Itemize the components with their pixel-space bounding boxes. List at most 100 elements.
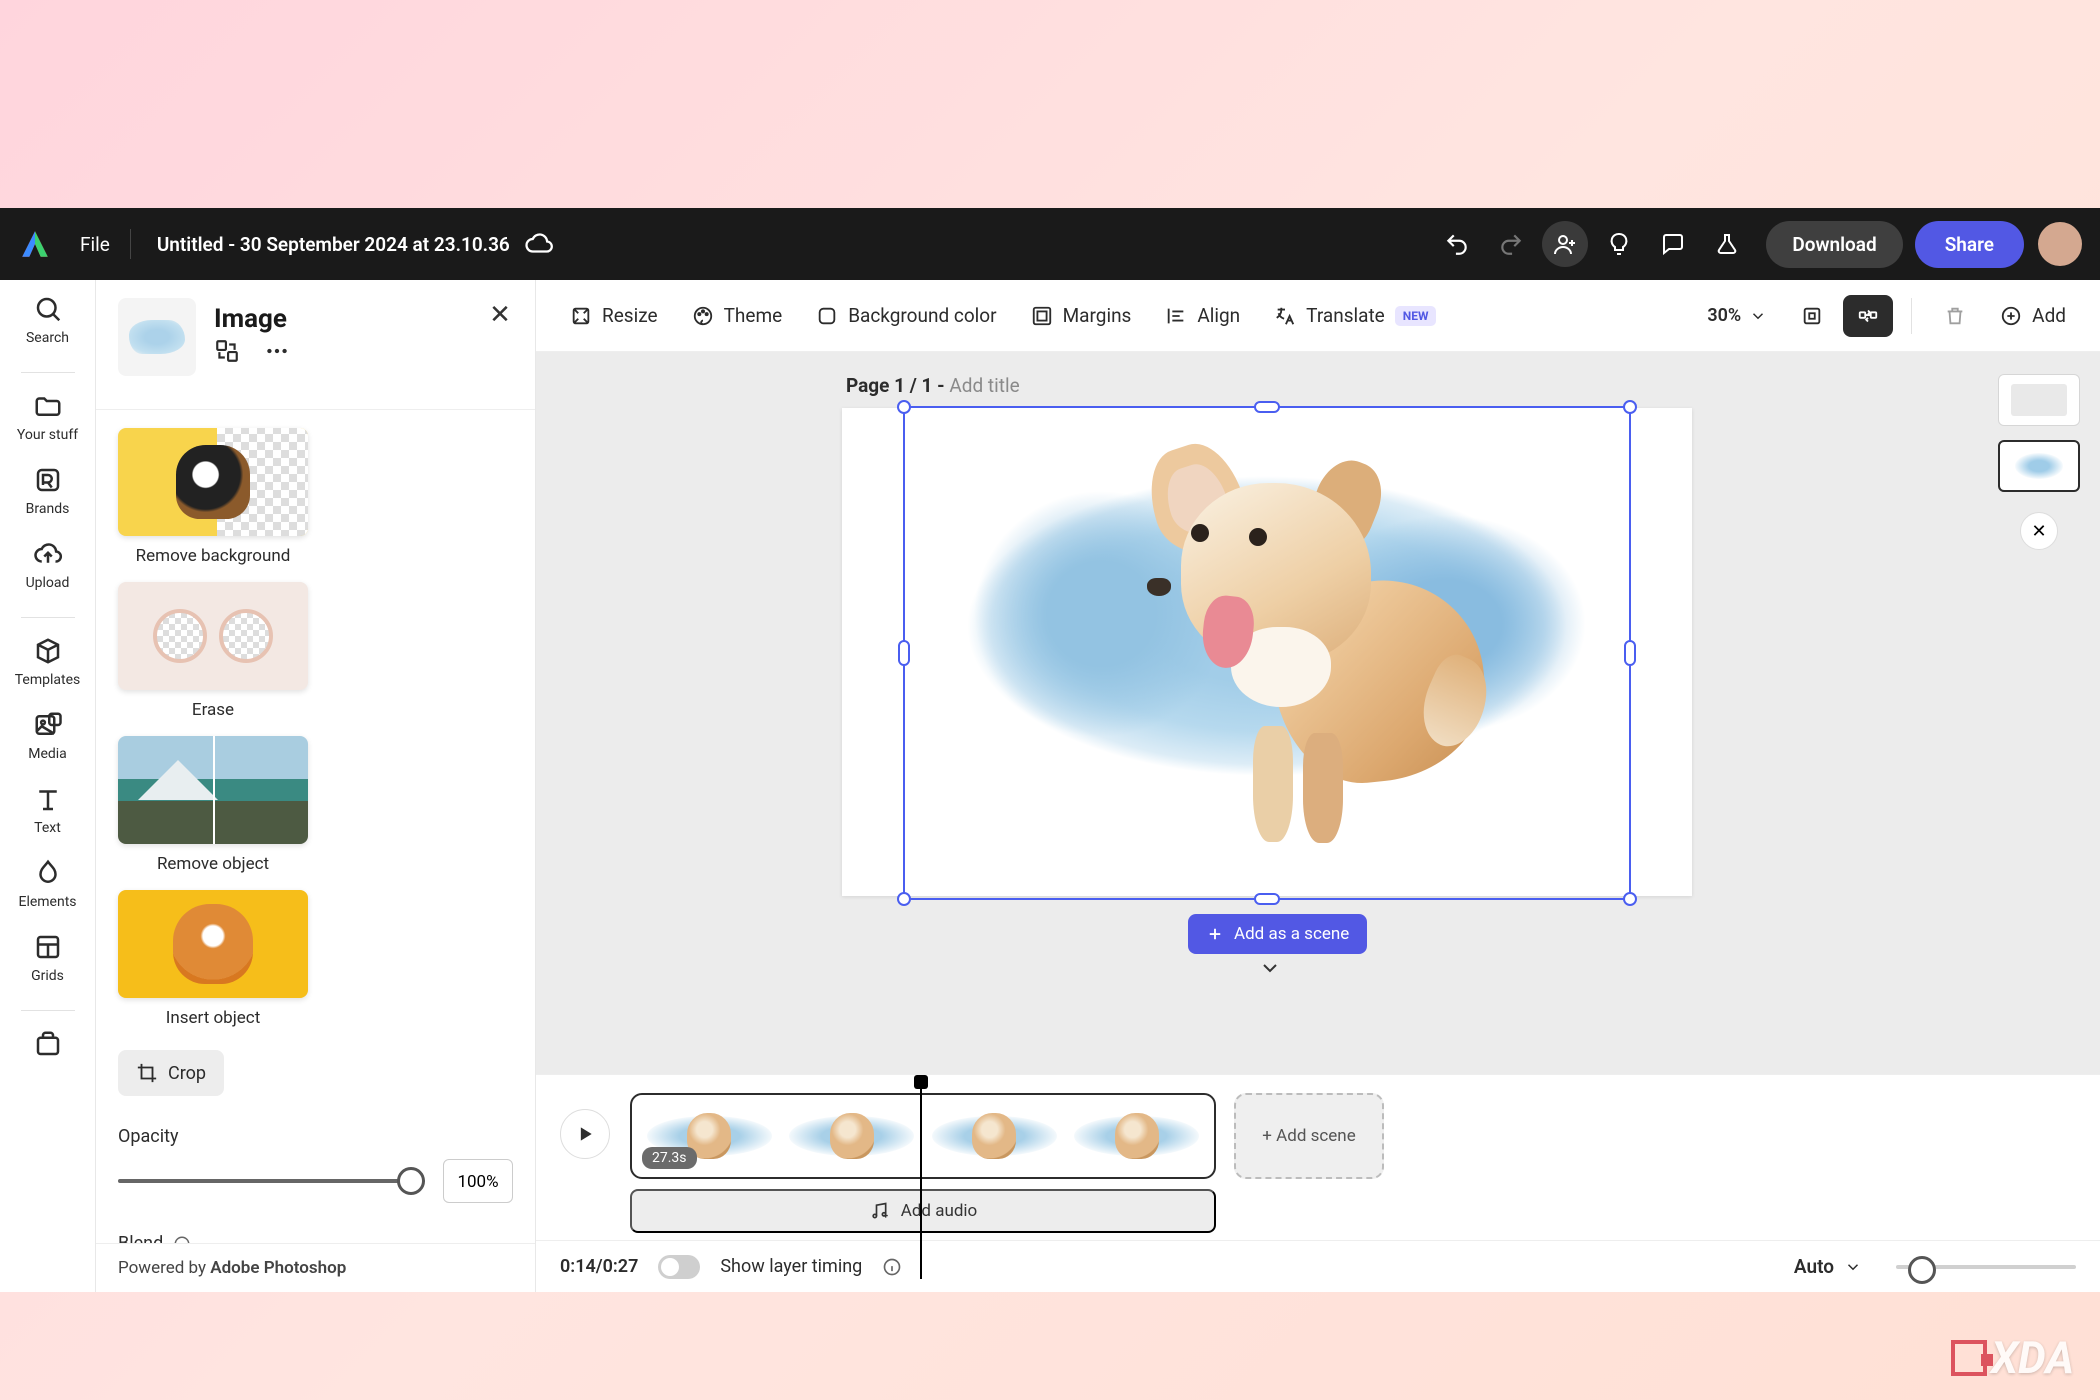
invite-user-button[interactable]	[1542, 221, 1588, 267]
add-scene-button[interactable]: + Add scene	[1234, 1093, 1384, 1179]
nav-label: Media	[28, 746, 67, 762]
resize-handle-r[interactable]	[1624, 640, 1636, 666]
scene-duration-badge: 27.3s	[642, 1147, 697, 1169]
nav-label: Your stuff	[17, 427, 78, 443]
animate-toggle-button[interactable]	[1843, 295, 1893, 337]
delete-button[interactable]	[1930, 295, 1980, 337]
resize-handle-l[interactable]	[898, 640, 910, 666]
resize-handle-t[interactable]	[1254, 401, 1280, 413]
theme-button[interactable]: Theme	[678, 294, 797, 337]
nav-label: Search	[26, 330, 69, 346]
file-menu[interactable]: File	[70, 227, 120, 262]
new-badge: NEW	[1395, 306, 1437, 326]
resize-handle-b[interactable]	[1254, 893, 1280, 905]
beaker-button[interactable]	[1704, 221, 1750, 267]
top-bar: File Untitled - 30 September 2024 at 23.…	[0, 208, 2100, 280]
align-button[interactable]: Align	[1151, 294, 1254, 337]
redo-button[interactable]	[1488, 221, 1534, 267]
selection-box[interactable]	[903, 406, 1631, 900]
add-button[interactable]: Add	[1986, 294, 2080, 337]
nav-text[interactable]: Text	[8, 784, 88, 836]
resize-handle-tr[interactable]	[1623, 400, 1637, 414]
page-thumbnail[interactable]	[1998, 374, 2080, 426]
info-icon[interactable]	[882, 1257, 902, 1277]
tool-label: Erase	[192, 700, 234, 720]
page-thumbnails: ✕	[1998, 374, 2080, 550]
resize-handle-bl[interactable]	[897, 892, 911, 906]
opacity-value-input[interactable]: 100%	[443, 1159, 513, 1203]
page-indicator[interactable]: Page 1 / 1 - Add title	[846, 374, 1020, 397]
crop-label: Crop	[168, 1063, 206, 1084]
info-icon[interactable]	[173, 1235, 191, 1244]
close-panel-button[interactable]: ✕	[483, 298, 517, 332]
add-as-scene-button[interactable]: Add as a scene	[1188, 914, 1367, 954]
bottom-bar: 0:14/0:27 Show layer timing Auto	[536, 1240, 2100, 1292]
tool-insert-object[interactable]: Insert object	[118, 890, 308, 1028]
tool-remove-background[interactable]: Remove background	[118, 428, 308, 566]
nav-grids[interactable]: Grids	[8, 932, 88, 984]
crop-button[interactable]: Crop	[118, 1050, 224, 1096]
show-layer-timing-toggle[interactable]	[658, 1255, 700, 1279]
zoom-dropdown[interactable]: 30%	[1693, 295, 1781, 336]
replace-image-button[interactable]	[214, 338, 240, 364]
nav-elements[interactable]: Elements	[8, 858, 88, 910]
nav-upload[interactable]: Upload	[8, 539, 88, 591]
divider	[130, 229, 131, 259]
tool-erase[interactable]: Erase	[118, 582, 308, 720]
nav-search[interactable]: Search	[8, 294, 88, 346]
nav-more[interactable]	[8, 1029, 88, 1059]
adobe-logo-icon	[18, 227, 52, 261]
undo-button[interactable]	[1434, 221, 1480, 267]
blend-label: Blend	[118, 1233, 513, 1243]
resize-handle-tl[interactable]	[897, 400, 911, 414]
opacity-slider[interactable]	[118, 1179, 425, 1183]
tool-label: Remove object	[157, 854, 269, 874]
music-icon	[869, 1201, 889, 1221]
left-nav: Search Your stuff Brands Upload Template…	[0, 280, 96, 1292]
panel-title: Image	[214, 304, 287, 334]
page-title-placeholder[interactable]: Add title	[949, 374, 1019, 397]
nav-label: Elements	[18, 894, 76, 910]
powered-by-label: Powered by Adobe Photoshop	[96, 1243, 535, 1292]
nav-label: Grids	[31, 968, 64, 984]
canvas-area[interactable]: Page 1 / 1 - Add title	[536, 352, 2100, 1074]
document-title[interactable]: Untitled - 30 September 2024 at 23.10.36	[157, 233, 510, 256]
expand-chevron-icon[interactable]	[1258, 956, 1282, 980]
playhead[interactable]	[920, 1079, 922, 1279]
download-button[interactable]: Download	[1766, 221, 1902, 268]
page-thumbnail-selected[interactable]	[1998, 440, 2080, 492]
tool-remove-object[interactable]: Remove object	[118, 736, 308, 874]
nav-label: Upload	[26, 575, 70, 591]
play-button[interactable]	[560, 1109, 610, 1159]
nav-label: Text	[34, 820, 61, 836]
nav-label: Brands	[26, 501, 70, 517]
resize-button[interactable]: Resize	[556, 294, 672, 337]
comment-button[interactable]	[1650, 221, 1696, 267]
nav-brands[interactable]: Brands	[8, 465, 88, 517]
nav-media[interactable]: Media	[8, 710, 88, 762]
timeline-zoom-auto[interactable]: Auto	[1780, 1245, 1876, 1288]
user-avatar[interactable]	[2038, 222, 2082, 266]
selected-layer-thumbnail	[118, 298, 196, 376]
nav-your-stuff[interactable]: Your stuff	[8, 391, 88, 443]
resize-handle-br[interactable]	[1623, 892, 1637, 906]
more-options-button[interactable]	[264, 338, 290, 364]
nav-templates[interactable]: Templates	[8, 636, 88, 688]
watermark: XDA	[1951, 1332, 2074, 1384]
hint-button[interactable]	[1596, 221, 1642, 267]
scene-strip[interactable]: 27.3s	[630, 1093, 1216, 1179]
timeline-zoom-slider[interactable]	[1896, 1265, 2076, 1269]
close-thumbnails-button[interactable]: ✕	[2020, 512, 2058, 550]
add-audio-button[interactable]: Add audio	[630, 1189, 1216, 1233]
fit-view-button[interactable]	[1787, 295, 1837, 337]
translate-button[interactable]: TranslateNEW	[1260, 294, 1450, 337]
share-button[interactable]: Share	[1915, 221, 2024, 268]
cloud-sync-icon[interactable]	[524, 229, 554, 259]
margins-button[interactable]: Margins	[1017, 294, 1146, 337]
crop-icon	[136, 1062, 158, 1084]
time-display: 0:14/0:27	[560, 1256, 638, 1277]
opacity-label: Opacity	[118, 1126, 513, 1147]
tool-label: Insert object	[166, 1008, 261, 1028]
background-color-button[interactable]: Background color	[802, 294, 1010, 337]
chevron-down-icon	[1844, 1258, 1862, 1276]
